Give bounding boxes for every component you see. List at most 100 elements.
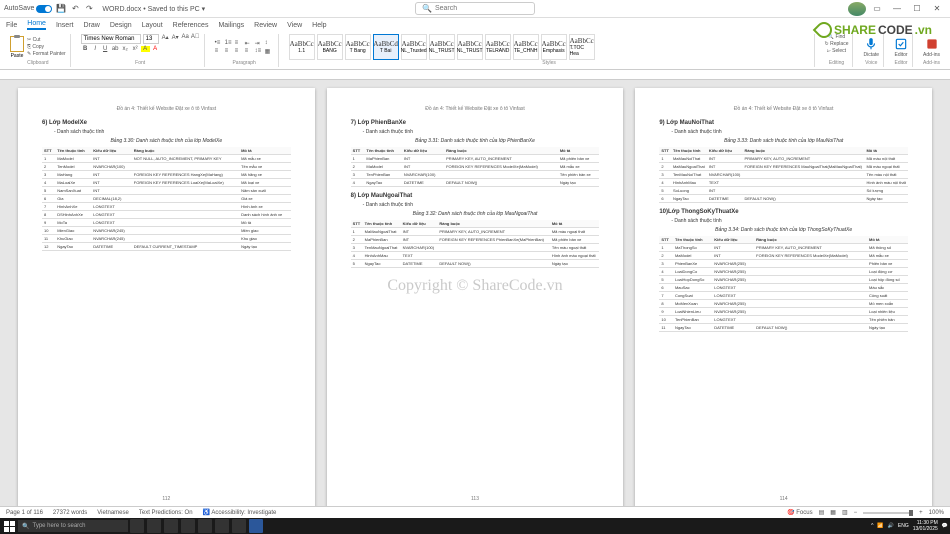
tray-lang[interactable]: ENG: [898, 523, 909, 529]
bullets-icon[interactable]: •≡: [215, 40, 224, 47]
align-left-icon[interactable]: ≡: [215, 48, 224, 55]
word-app-icon[interactable]: [249, 519, 263, 533]
predictions-status[interactable]: Text Predictions: On: [139, 510, 193, 516]
menu-layout[interactable]: Layout: [142, 22, 163, 29]
app-icon[interactable]: [215, 519, 229, 533]
select-button[interactable]: ▻ Select: [827, 48, 846, 54]
style-NL_TRUST[interactable]: AaBbCcNL_TRUST: [457, 34, 483, 60]
notifications-icon[interactable]: 💬: [942, 523, 948, 529]
task-view-icon[interactable]: [130, 519, 144, 533]
zoom-slider[interactable]: [863, 512, 913, 514]
zoom-level[interactable]: 100%: [929, 510, 944, 516]
app-icon[interactable]: [198, 519, 212, 533]
italic-icon[interactable]: I: [91, 46, 100, 52]
shrink-font-icon[interactable]: A▾: [171, 34, 180, 44]
print-layout-icon[interactable]: ▦: [830, 509, 836, 516]
style-T Bang[interactable]: AaBbCcT Bang: [345, 34, 371, 60]
zoom-out-icon[interactable]: −: [854, 510, 858, 516]
style-TE_CHNH[interactable]: AaBbCcTE_CHNH: [513, 34, 539, 60]
font-size-select[interactable]: 13: [143, 34, 159, 44]
ribbon-mode-icon[interactable]: ▭: [868, 2, 886, 16]
menu-references[interactable]: References: [173, 22, 209, 29]
start-button[interactable]: [2, 519, 16, 533]
tray-clock[interactable]: 11:30 PM13/01/2025: [913, 520, 938, 532]
highlight-icon[interactable]: A: [141, 46, 150, 52]
style-1.1[interactable]: AaBbCc1.1: [289, 34, 315, 60]
multilevel-icon[interactable]: ≡: [235, 40, 244, 47]
language-status[interactable]: Vietnamese: [97, 510, 129, 516]
subscript-icon[interactable]: x₂: [121, 46, 130, 52]
undo-icon[interactable]: ↶: [70, 4, 80, 14]
strike-icon[interactable]: ab: [111, 46, 120, 52]
copy-button[interactable]: ⎘ Copy: [27, 44, 66, 50]
user-avatar[interactable]: [848, 2, 866, 16]
style-T Bai[interactable]: AaBbCdT Bai: [373, 34, 399, 60]
tray-chevron-icon[interactable]: ^: [871, 523, 873, 529]
grow-font-icon[interactable]: A▴: [161, 34, 170, 44]
dictate-button[interactable]: Dictate: [863, 37, 879, 58]
menu-help[interactable]: Help: [312, 22, 326, 29]
search-box[interactable]: 🔍: [415, 2, 535, 15]
menu-file[interactable]: File: [6, 22, 17, 29]
save-icon[interactable]: 💾: [56, 4, 66, 14]
bold-icon[interactable]: B: [81, 46, 90, 52]
cut-button[interactable]: ✂ Cut: [27, 37, 66, 43]
accessibility-status[interactable]: ♿ Accessibility: Investigate: [203, 509, 277, 516]
style-TELRAND[interactable]: AaBbCcTELRAND: [485, 34, 511, 60]
menu-home[interactable]: Home: [27, 20, 46, 30]
format-painter-button[interactable]: ✎ Format Painter: [27, 51, 66, 57]
ruler[interactable]: [0, 70, 950, 80]
app-icon[interactable]: [232, 519, 246, 533]
menu-review[interactable]: Review: [254, 22, 277, 29]
line-spacing-icon[interactable]: ↕≡: [255, 48, 264, 55]
menu-design[interactable]: Design: [110, 22, 132, 29]
autosave-label: AutoSave: [4, 5, 34, 12]
style-T.TOC Hea[interactable]: AaBbCcT.TOC Hea: [569, 34, 595, 60]
app-icon[interactable]: [164, 519, 178, 533]
search-input[interactable]: [435, 5, 525, 12]
tray-wifi-icon[interactable]: 📶: [877, 523, 883, 529]
redo-icon[interactable]: ↷: [84, 4, 94, 14]
justify-icon[interactable]: ≡: [245, 48, 254, 55]
word-count[interactable]: 27372 words: [53, 510, 87, 516]
app-icon[interactable]: [181, 519, 195, 533]
sort-icon[interactable]: ↕: [265, 40, 274, 47]
style-BANG[interactable]: AaBbCcBANG: [317, 34, 343, 60]
superscript-icon[interactable]: x²: [131, 46, 140, 52]
menu-insert[interactable]: Insert: [56, 22, 74, 29]
tray-volume-icon[interactable]: 🔊: [888, 523, 894, 529]
style-Emphasis[interactable]: AaBbCcEmphasis: [541, 34, 567, 60]
search-icon: 🔍: [422, 4, 432, 13]
page-status[interactable]: Page 1 of 116: [6, 510, 43, 516]
shading-icon[interactable]: ▦: [265, 48, 274, 55]
minimize-icon[interactable]: —: [888, 2, 906, 16]
outdent-icon[interactable]: ⇤: [245, 40, 254, 47]
clear-format-icon[interactable]: A⃠: [191, 34, 200, 44]
addins-button[interactable]: Add-ins: [923, 37, 940, 58]
indent-icon[interactable]: ⇥: [255, 40, 264, 47]
menu-draw[interactable]: Draw: [83, 22, 99, 29]
zoom-in-icon[interactable]: +: [919, 510, 923, 516]
editor-button[interactable]: Editor: [894, 37, 908, 58]
taskbar-search[interactable]: 🔍Type here to search: [18, 520, 128, 532]
autosave-toggle[interactable]: [36, 5, 52, 13]
menu-view[interactable]: View: [287, 22, 302, 29]
numbering-icon[interactable]: 1≡: [225, 40, 234, 47]
paste-button[interactable]: Paste: [10, 36, 24, 59]
app-icon[interactable]: [147, 519, 161, 533]
web-layout-icon[interactable]: ▥: [842, 509, 848, 516]
change-case-icon[interactable]: Aa: [181, 34, 190, 44]
read-mode-icon[interactable]: ▤: [819, 509, 825, 516]
align-right-icon[interactable]: ≡: [235, 48, 244, 55]
underline-icon[interactable]: U: [101, 46, 110, 52]
focus-mode[interactable]: 🎯 Focus: [787, 509, 812, 516]
style-NL_TRUST[interactable]: AaBbCcNL_TRUST: [429, 34, 455, 60]
menu-mailings[interactable]: Mailings: [218, 22, 244, 29]
align-center-icon[interactable]: ≡: [225, 48, 234, 55]
font-color-icon[interactable]: A: [151, 46, 160, 52]
maximize-icon[interactable]: ☐: [908, 2, 926, 16]
replace-button[interactable]: ↻ Replace: [825, 41, 849, 47]
close-icon[interactable]: ✕: [928, 2, 946, 16]
style-NL_Trusted[interactable]: AaBbCcNL_Trusted: [401, 34, 427, 60]
font-family-select[interactable]: Times New Roman: [81, 34, 141, 44]
